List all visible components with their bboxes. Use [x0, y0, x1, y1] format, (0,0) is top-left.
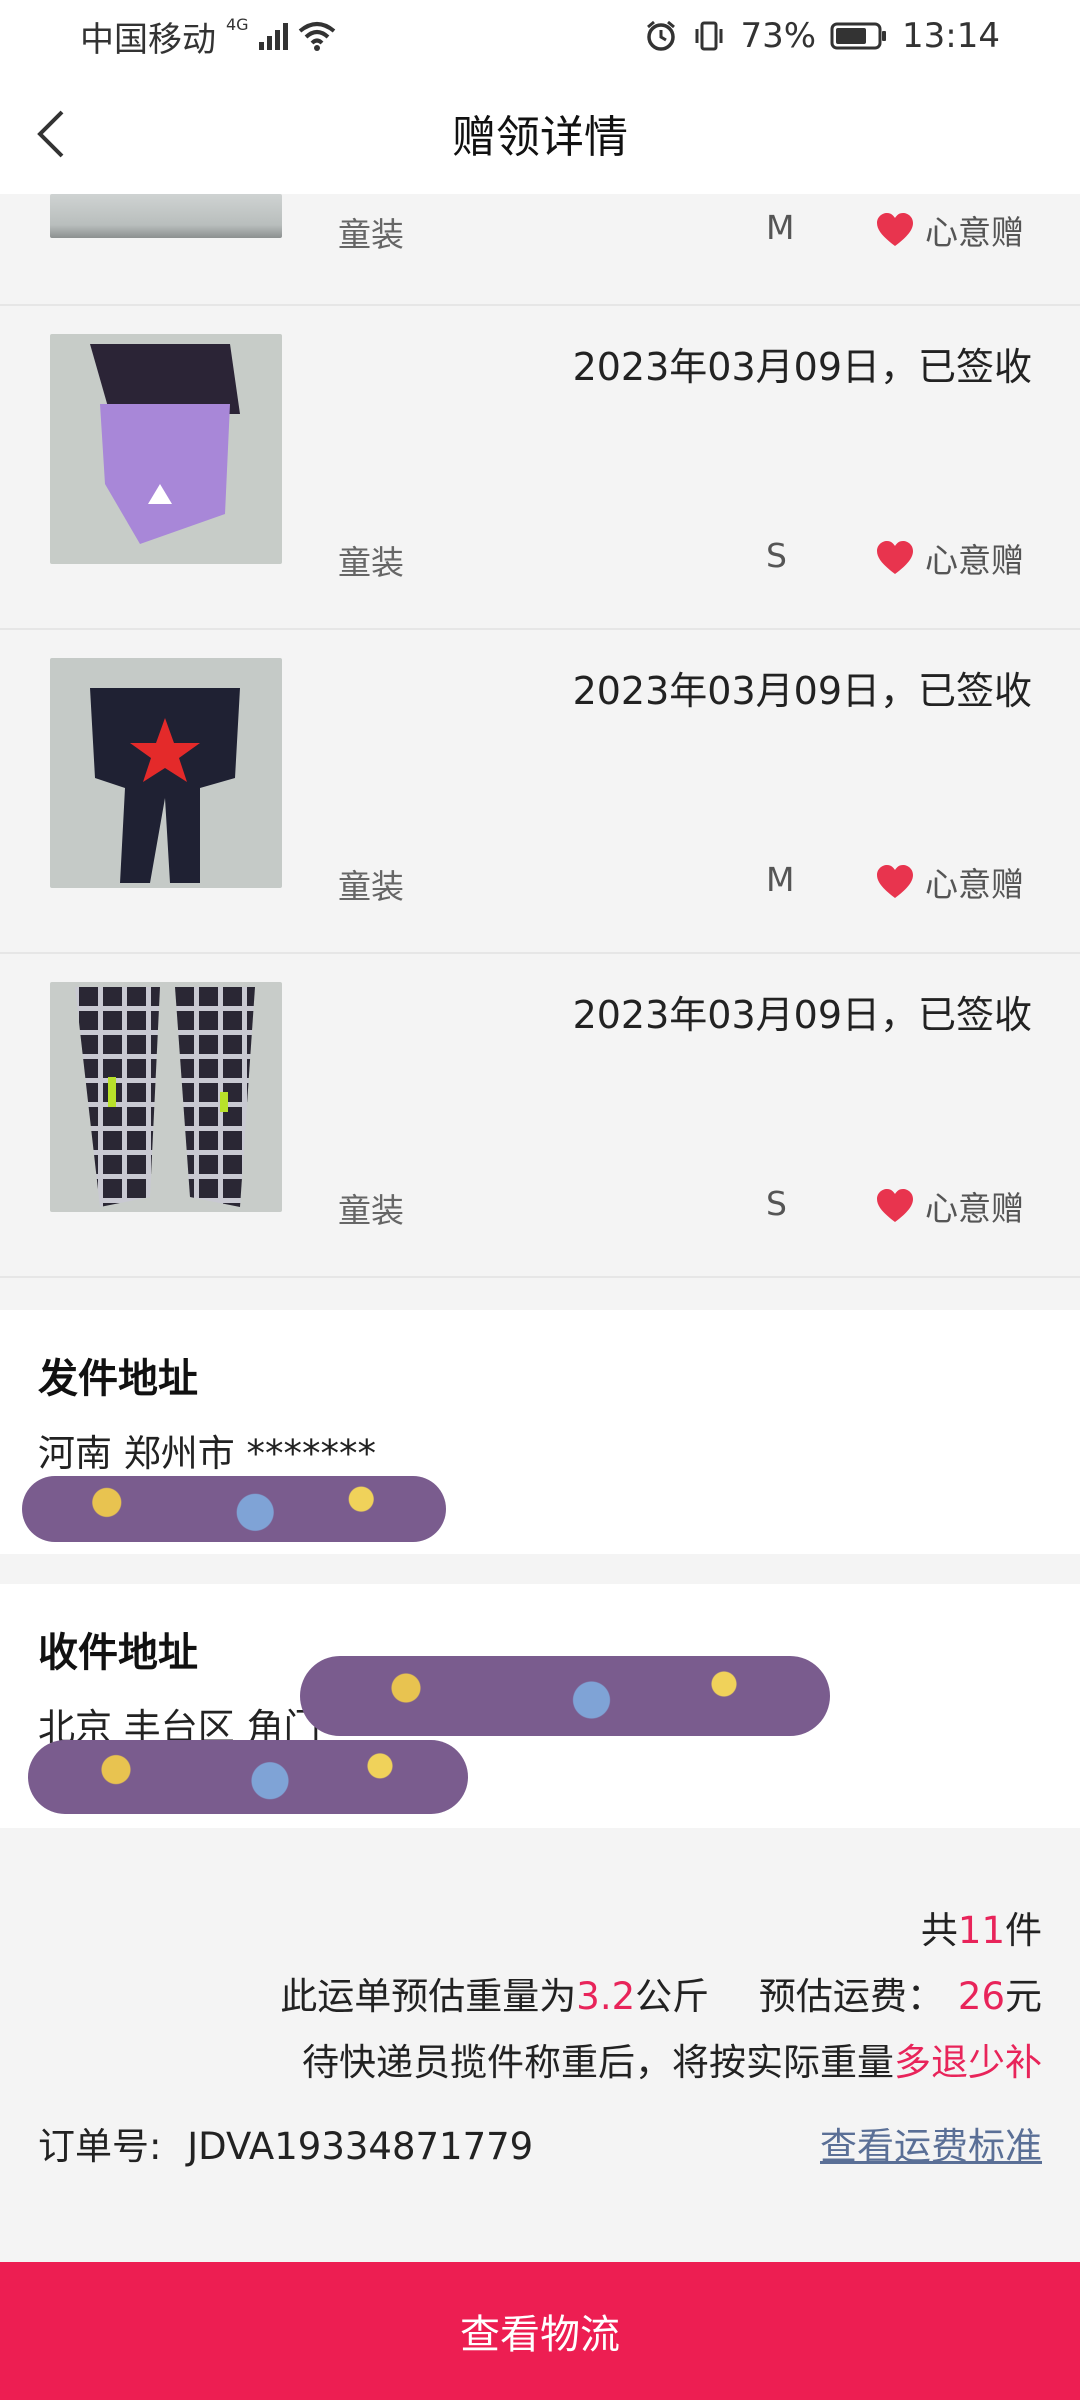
heart-icon	[877, 1189, 913, 1222]
note-prefix: 待快递员揽件称重后，将按实际重量	[302, 2041, 894, 2084]
top-nav-bar: 赠领详情	[0, 72, 1080, 194]
order-label: 订单号:	[38, 2125, 162, 2168]
redaction-mark	[22, 1476, 446, 1542]
redaction-mark	[28, 1740, 468, 1814]
fee-unit: 元	[1005, 1975, 1042, 2018]
order-number: 订单号: JDVA19334871779	[38, 2116, 533, 2170]
gift-label: 心意赠	[925, 213, 1024, 252]
view-logistics-button[interactable]: 查看物流	[0, 2262, 1080, 2400]
sender-address-line1: 河南 郑州市 *******	[38, 1432, 377, 1475]
weight-value: 3.2	[576, 1975, 636, 2018]
vibrate-icon	[695, 21, 723, 51]
sign-date: 2023年03月09日，已签收	[572, 345, 1032, 389]
network-badge: 4G	[226, 14, 249, 34]
view-fee-standard-link[interactable]: 查看运费标准	[820, 2116, 1042, 2170]
item-category: 童装	[338, 215, 404, 254]
clock-time: 13:14	[902, 16, 1000, 56]
chevron-left-icon	[37, 110, 64, 158]
product-image	[50, 982, 282, 1212]
sender-address-card: 发件地址 河南 郑州市 ******* **1020	[0, 1310, 1080, 1554]
heart-icon	[877, 865, 913, 898]
battery-percent: 73%	[740, 16, 817, 56]
gift-type: 心意赠	[875, 534, 1024, 582]
sign-date: 2023年03月09日，已签收	[572, 669, 1032, 713]
product-image	[50, 658, 282, 888]
item-category: 童装	[338, 867, 404, 906]
signal-icon	[258, 22, 288, 50]
list-item[interactable]: 2023年03月09日，已签收 童装 S 心意赠	[0, 956, 1080, 1278]
product-image	[50, 194, 282, 238]
sender-address-title: 发件地址	[38, 1356, 198, 1402]
back-button[interactable]	[22, 104, 82, 164]
count-suffix: 件	[1005, 1909, 1042, 1952]
fee-label: 预估运费：	[758, 1975, 944, 2018]
shipping-summary: 共11件 此运单预估重量为3.2公斤 预估运费： 26元 待快递员揽件称重后，将按…	[0, 1830, 1080, 2260]
order-value: JDVA19334871779	[187, 2125, 534, 2168]
page-title: 赠领详情	[452, 112, 628, 163]
item-count: 共11件	[921, 1900, 1042, 1954]
count-value: 11	[957, 1909, 1005, 1952]
heart-icon	[877, 213, 913, 246]
receiver-address-card: 收件地址 北京 丰台区 角门	[0, 1584, 1080, 1828]
item-size: M	[766, 860, 795, 899]
list-item[interactable]: 2023年03月09日，已签收 童装 M 心意赠	[0, 632, 1080, 954]
gift-type: 心意赠	[875, 858, 1024, 906]
refund-note: 待快递员揽件称重后，将按实际重量多退少补	[302, 2032, 1042, 2086]
status-bar: 中国移动 4G 73% 13:14	[0, 0, 1080, 72]
weight-prefix: 此运单预估重量为	[280, 1975, 577, 2018]
wifi-icon	[298, 22, 335, 51]
heart-icon	[877, 541, 913, 574]
item-size: M	[766, 208, 795, 247]
weight-unit: 公斤	[635, 1975, 710, 2018]
list-item[interactable]: 2023年03月09日，已签收 童装 S 心意赠	[0, 308, 1080, 630]
count-prefix: 共	[920, 1909, 958, 1952]
item-category: 童装	[338, 1191, 404, 1230]
gift-type: 心意赠	[875, 1182, 1024, 1230]
alarm-icon	[647, 20, 676, 51]
note-highlight: 多退少补	[894, 2041, 1042, 2084]
gift-label: 心意赠	[925, 1189, 1024, 1228]
carrier-label: 中国移动	[80, 19, 216, 60]
sign-date: 2023年03月09日，已签收	[572, 993, 1032, 1037]
weight-fee-line: 此运单预估重量为3.2公斤 预估运费： 26元	[280, 1966, 1042, 2020]
gift-label: 心意赠	[925, 541, 1024, 580]
gift-label: 心意赠	[925, 865, 1024, 904]
item-category: 童装	[338, 543, 404, 582]
item-size: S	[766, 1184, 787, 1223]
battery-icon	[830, 22, 887, 50]
item-size: S	[766, 536, 787, 575]
product-image	[50, 334, 282, 564]
fee-value: 26	[957, 1975, 1005, 2018]
list-item[interactable]: 童装 M 心意赠	[0, 194, 1080, 306]
gift-type: 心意赠	[875, 206, 1024, 254]
redaction-mark	[300, 1656, 830, 1736]
